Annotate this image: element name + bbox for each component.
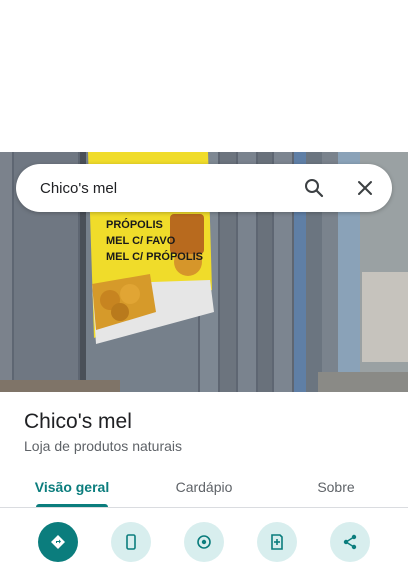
share-icon [343,534,357,550]
search-bar[interactable]: Chico's mel [16,164,392,212]
search-input[interactable]: Chico's mel [40,180,302,197]
tab-overview-label: Visão geral [34,478,110,495]
location-button[interactable] [184,522,224,562]
save-button[interactable] [257,522,297,562]
tab-menu[interactable]: Cardápio [132,466,276,507]
directions-icon [51,535,65,549]
tab-bar: Visão geral Cardápio Sobre [0,466,408,508]
close-icon[interactable] [353,176,377,200]
share-button[interactable] [330,522,370,562]
location-icon [197,535,211,549]
search-icon[interactable] [302,176,326,200]
place-name: Chico's mel [24,410,132,433]
save-icon [271,534,283,550]
tab-about[interactable]: Sobre [264,466,408,507]
phone-button[interactable] [111,522,151,562]
tab-overview[interactable]: Visão geral [0,466,144,507]
banner-line-2: MEL C/ FAVO [106,235,176,247]
banner-line-1: PRÓPOLIS [106,218,163,231]
active-tab-indicator [36,504,108,507]
phone-icon [126,534,136,550]
place-category: Loja de produtos naturais [24,438,182,454]
banner-line-3: MEL C/ PRÓPOLIS [106,250,203,263]
action-buttons [0,508,408,562]
directions-button[interactable] [38,522,78,562]
tab-menu-label: Cardápio [175,478,233,495]
tab-about-label: Sobre [317,478,355,495]
